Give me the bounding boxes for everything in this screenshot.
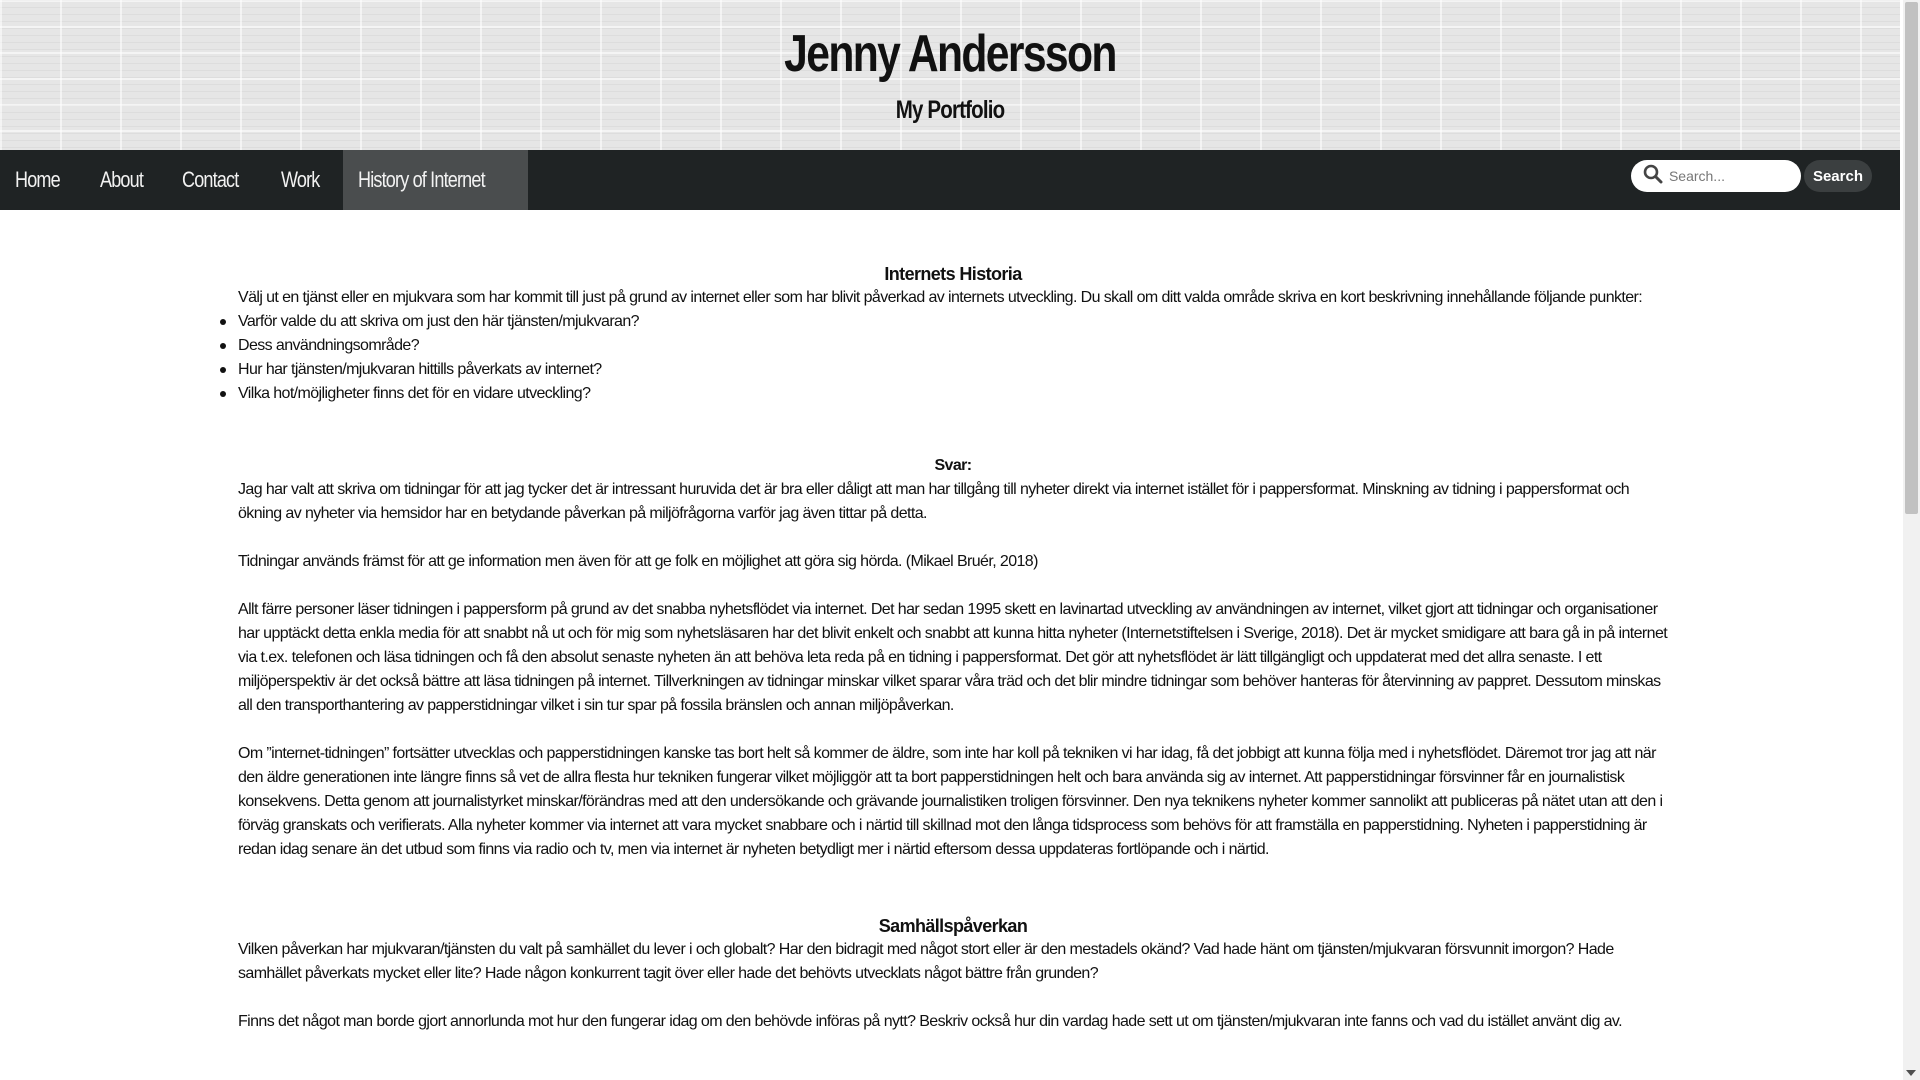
- nav-list: Home About Contact Work History of Inter…: [0, 150, 1900, 210]
- nav-item-label: Work: [281, 167, 320, 192]
- answer-paragraph: Allt färre personer läser tidningen i pa…: [238, 601, 1668, 714]
- nav-item-contact[interactable]: Contact: [167, 150, 266, 210]
- search-form: Search: [1630, 160, 1872, 192]
- site-title: Jenny Andersson: [784, 25, 1117, 83]
- nav-item-history-of-internet[interactable]: History of Internet: [342, 150, 528, 210]
- site-header: Jenny Andersson My Portfolio: [0, 0, 1900, 150]
- answer-paragraph: Om ”internet-tidningen” fortsätter utvec…: [238, 745, 1663, 858]
- nav-item-home[interactable]: Home: [0, 150, 85, 210]
- list-item: Hur har tjänsten/mjukvaran hittills påve…: [220, 358, 1668, 382]
- answer-paragraph: Jag har valt att skriva om tidningar för…: [238, 481, 1630, 522]
- section-heading-samhallspaverkan: Samhällspåverkan: [878, 916, 1028, 936]
- assignment-bullet-list: Varför valde du att skriva om just den h…: [220, 310, 1668, 406]
- main-content: Internets Historia Välj ut en tjänst ell…: [220, 262, 1668, 1034]
- list-item: Dess användningsområde?: [220, 334, 1668, 358]
- nav-item-label: Contact: [182, 167, 239, 192]
- nav-item-label: History of Internet: [357, 167, 486, 192]
- nav-item-label: About: [99, 167, 144, 192]
- nav-item-label: Home: [15, 167, 61, 192]
- assignment-intro: Välj ut en tjänst eller en mjukvara som …: [238, 289, 1643, 306]
- section-paragraph: Vilken påverkan har mjukvaran/tjänsten d…: [238, 941, 1614, 982]
- main-navbar: Home About Contact Work History of Inter…: [0, 150, 1900, 210]
- search-box: [1630, 160, 1801, 192]
- search-icon: [1643, 164, 1663, 189]
- search-input[interactable]: [1668, 168, 1799, 184]
- site-subtitle: My Portfolio: [895, 96, 1005, 124]
- scroll-down-arrow-icon[interactable]: [1906, 1070, 1916, 1076]
- search-button[interactable]: Search: [1803, 160, 1872, 192]
- nav-item-about[interactable]: About: [85, 150, 168, 210]
- answer-heading: Svar:: [934, 457, 972, 474]
- section-heading-internets-historia: Internets Historia: [884, 264, 1022, 284]
- section-paragraph: Finns det något man borde gjort annorlun…: [238, 1013, 1623, 1030]
- answer-paragraph: Tidningar används främst för att ge info…: [238, 553, 1038, 570]
- scrollbar-thumb[interactable]: [1905, 2, 1918, 514]
- list-item: Varför valde du att skriva om just den h…: [220, 310, 1668, 334]
- nav-item-work[interactable]: Work: [266, 150, 343, 210]
- page-scrollbar[interactable]: [1903, 0, 1920, 1080]
- list-item: Vilka hot/möjligheter finns det för en v…: [220, 382, 1668, 406]
